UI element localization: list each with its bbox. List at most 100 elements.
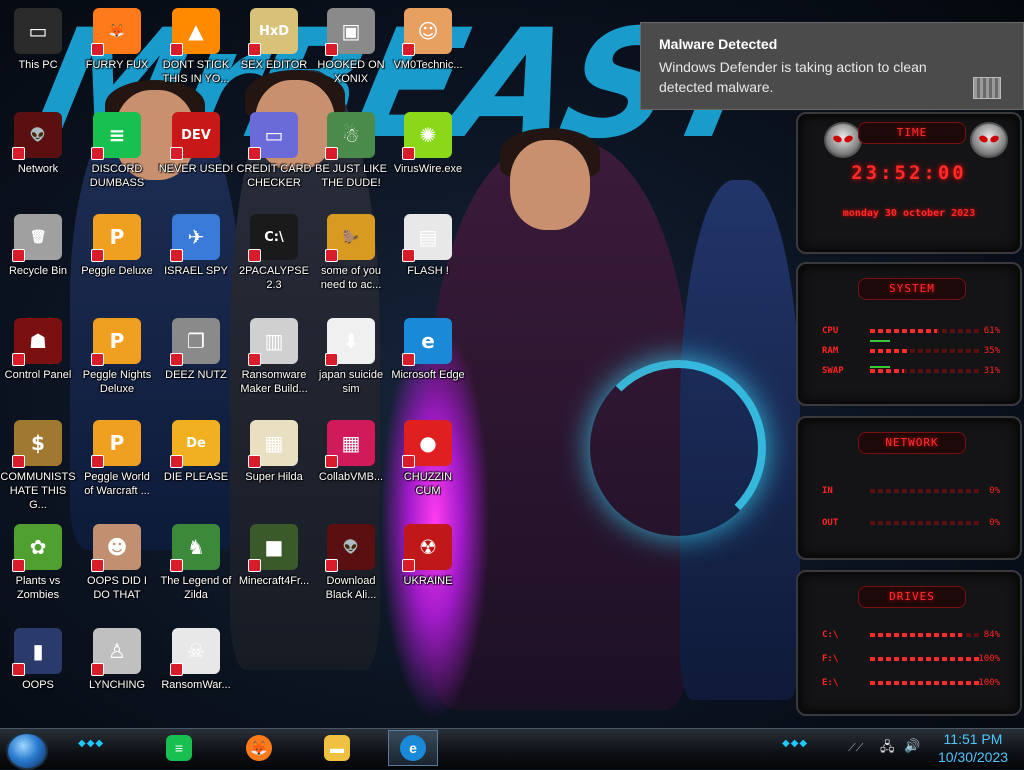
system-row-bar [870, 369, 980, 373]
notification-title: Malware Detected [659, 36, 778, 52]
desktop-icon[interactable]: ▲ DONT STICK THIS IN YO... [158, 8, 234, 86]
desktop-icon[interactable]: P Peggle Nights Deluxe [79, 318, 155, 396]
shortcut-overlay-icon [402, 43, 415, 56]
folder-icon: ▬ [324, 735, 350, 761]
desktop-icon-label: Download Black Ali... [325, 575, 377, 601]
malware-notification[interactable]: Malware Detected Windows Defender is tak… [640, 22, 1024, 110]
desktop-icon-label: LYNCHING [88, 679, 146, 691]
desktop-icon[interactable]: P Peggle Deluxe [79, 214, 155, 278]
desktop-icon[interactable]: ☢ UKRAINE [390, 524, 466, 588]
desktop-icon[interactable]: e Microsoft Edge [390, 318, 466, 382]
desktop-icon[interactable]: ✈ ISRAEL SPY [158, 214, 234, 278]
show-hidden-icons-icon[interactable]: ⟋⟋ [848, 742, 863, 755]
system-row: RAM 35% [822, 340, 1000, 358]
shortcut-overlay-icon [12, 663, 25, 676]
desktop-icon[interactable]: ≡ DISCORD DUMBASS [79, 112, 155, 190]
network-row-bar [870, 521, 980, 525]
dwarf-icon: ☃ [325, 112, 375, 160]
drive-row: F:\ 100% [822, 652, 1000, 666]
shortcut-overlay-icon [91, 353, 104, 366]
desktop-icon-label: DEEZ NUTZ [165, 369, 227, 381]
desktop-icon-label: OOPS [22, 679, 54, 691]
firefox-icon: 🦊 [91, 8, 141, 56]
desktop-icon[interactable]: C:\ 2PACALYPSE 2.3 [236, 214, 312, 292]
notes-icon: ≡ [166, 735, 192, 761]
desktop-icon[interactable]: ▦ Super Hilda [236, 420, 312, 484]
book-icon: ▮ [12, 628, 62, 676]
drive-row-label: F:\ [822, 654, 839, 664]
gadget-date: monday 30 october 2023 [842, 208, 976, 219]
shortcut-overlay-icon [170, 663, 183, 676]
desktop-icon[interactable]: $ COMMUNISTS HATE THIS G... [0, 420, 76, 512]
gadget-time-title: TIME [858, 122, 966, 144]
desktop-icon-label: The Legend of Zilda [160, 575, 232, 601]
desktop-icon[interactable]: ▦ CollabVMB... [313, 420, 389, 484]
shortcut-overlay-icon [170, 559, 183, 572]
gadget-drives-panel[interactable]: DRIVES C:\ 84% F:\ 100% E:\ 100% [796, 570, 1022, 716]
system-row-graph-line [870, 366, 890, 368]
desktop-icon[interactable]: 🗑 Recycle Bin [0, 214, 76, 278]
taskbar-clock[interactable]: 11:51 PM 10/30/2023 [928, 728, 1018, 770]
desktop-icon[interactable]: ✺ VirusWire.exe [390, 112, 466, 176]
gadget-time-panel[interactable]: TIME 23:52:00 monday 30 october 2023 [796, 112, 1022, 254]
desktop-icon[interactable]: ☻ OOPS DID I DO THAT [79, 524, 155, 602]
desktop-icon-label: CHUZZIN CUM [403, 471, 453, 497]
taskbar-notes-button[interactable]: ≡ [154, 730, 204, 766]
desktop-icon[interactable]: ❐ DEEZ NUTZ [158, 318, 234, 382]
desktop-icon[interactable]: DEV NEVER USED! [158, 112, 234, 176]
desktop-icon[interactable]: ♞ The Legend of Zilda [158, 524, 234, 602]
desktop-icon[interactable]: ☃ BE JUST LIKE THE DUDE! [313, 112, 389, 190]
chuzzle-icon: ● [402, 420, 452, 468]
gadget-clock: 23:52:00 [851, 162, 967, 184]
desktop-icon[interactable]: ☠ RansomWar... [158, 628, 234, 692]
volume-tray-icon[interactable]: 🔊 [904, 738, 920, 754]
money-bag-icon: $ [12, 420, 62, 468]
system-row-label: SWAP [822, 366, 844, 376]
desktop-icon[interactable]: De DIE PLEASE [158, 420, 234, 484]
desktop-icon-label: Network [17, 163, 59, 175]
lime-icon: ✺ [402, 112, 452, 160]
gadget-network-panel[interactable]: NETWORK IN 0% OUT 0% [796, 416, 1022, 560]
desktop-icon[interactable]: ☗ Control Panel [0, 318, 76, 382]
desktop-icon-label: Super Hilda [245, 471, 303, 483]
desktop-icon[interactable]: 🦫 some of you need to ac... [313, 214, 389, 292]
desktop-icon[interactable]: ▥ Ransomware Maker Build... [236, 318, 312, 396]
system-row-graph-line [870, 340, 890, 342]
desktop-icon[interactable]: ✿ Plants vs Zombies [0, 524, 76, 602]
desktop-icon[interactable]: ▭ CREDIT CARD CHECKER [236, 112, 312, 190]
taskbar-file-explorer-button[interactable]: ▬ [312, 730, 362, 766]
desktop-icon[interactable]: ▭ This PC [0, 8, 76, 72]
alien-download-icon: 👽 [325, 524, 375, 572]
desktop-icon[interactable]: 👽 Download Black Ali... [313, 524, 389, 602]
taskbar-firefox-button[interactable]: 🦊 [234, 730, 284, 766]
desktop-icon[interactable]: ♙ LYNCHING [79, 628, 155, 692]
taskbar-edge-button[interactable]: e [388, 730, 438, 766]
gadget-system-panel[interactable]: SYSTEM CPU 61% RAM 35% SWAP 31% [796, 262, 1022, 406]
desktop-icon[interactable]: ▮ OOPS [0, 628, 76, 692]
shortcut-overlay-icon [170, 353, 183, 366]
desktop-icon[interactable]: ☺ VM0Technic... [390, 8, 466, 72]
desktop-icon-label: some of you need to ac... [320, 265, 382, 291]
desktop-icon[interactable]: ⬇ japan suicide sim [313, 318, 389, 396]
desktop-icon-label: Ransomware Maker Build... [240, 369, 308, 395]
drive-row-value: 84% [983, 630, 1000, 640]
network-tray-icon[interactable]: 🖧 [880, 738, 895, 760]
desktop-icon[interactable]: ■ Minecraft4Fr... [236, 524, 312, 588]
desktop-icon[interactable]: ● CHUZZIN CUM [390, 420, 466, 498]
desktop-icon-label: RansomWar... [161, 679, 231, 691]
desktop-icon[interactable]: P Peggle World of Warcraft ... [79, 420, 155, 498]
alien-head-icon [970, 122, 1008, 158]
spy-icon: ✈ [170, 214, 220, 262]
desktop-icon[interactable]: 👽 Network [0, 112, 76, 176]
de-icon: De [170, 420, 220, 468]
taskbar-chevron-decor: ◆◆◆ [782, 738, 809, 749]
desktop-icon[interactable]: ▤ FLASH ! [390, 214, 466, 278]
desktop-icon[interactable]: 🦊 FURRY FUX [79, 8, 155, 72]
shortcut-overlay-icon [12, 455, 25, 468]
desktop-icon[interactable]: HxD SEX EDITOR [236, 8, 312, 72]
start-orb-button[interactable] [6, 732, 48, 770]
drive-row-bar [870, 681, 980, 685]
pvz-icon: ✿ [12, 524, 62, 572]
network-row-label: IN [822, 486, 833, 496]
desktop-icon[interactable]: ▣ HOOKED ON XONIX [313, 8, 389, 86]
